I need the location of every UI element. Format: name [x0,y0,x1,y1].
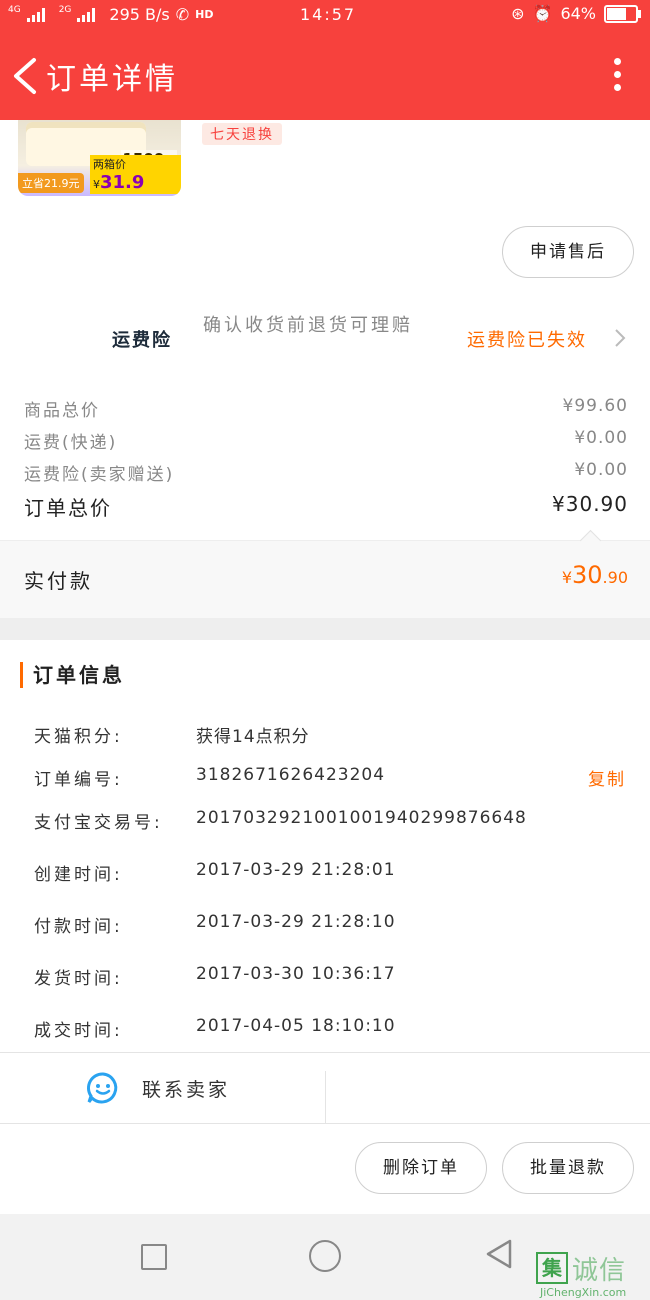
more-options-icon[interactable] [612,58,622,94]
actual-payment-amount: ¥30.90 [562,561,628,589]
home-icon[interactable] [309,1240,341,1272]
battery-percent: 64% [560,4,596,23]
network-4g-label: 4G [8,4,21,15]
promo-currency: ¥ [93,178,100,191]
chat-bubble-icon[interactable] [86,1071,120,1105]
shipping-insurance-label: 运费险 [112,330,172,351]
payment-amount-dec: .90 [602,568,628,587]
pointer-notch [579,529,602,552]
watermark-name: 诚信 [572,1256,627,1286]
info-key: 订单编号: [34,770,123,790]
lock-rotation-icon: ⊛ [511,4,525,23]
contact-seller-button[interactable]: 联系卖家 [142,1075,230,1102]
info-value: 2017032921001001940299876648 [196,808,527,828]
info-key: 成交时间: [34,1021,123,1041]
info-key: 发货时间: [34,969,123,989]
product-thumbnail[interactable]: 1500g 立省21.9元 两箱价 ¥31.9 [18,120,181,196]
info-value: 获得14点积分 [196,727,310,747]
promo-label-text: 两箱价 [93,158,126,171]
product-save-label: 立省21.9元 [18,173,84,193]
info-key: 付款时间: [34,917,123,937]
back-arrow-icon[interactable] [8,56,44,96]
order-info-heading: 订单信息 [20,662,125,688]
battery-icon [604,4,641,23]
price-row-label: 运费险(卖家赠送) [24,465,175,485]
apply-after-sale-button[interactable]: 申请售后 [502,226,634,278]
vertical-divider [325,1071,326,1123]
alarm-icon: ⏰ [532,4,553,23]
info-value: 2017-03-29 21:28:10 [196,912,396,932]
info-key: 创建时间: [34,865,123,885]
back-triangle-icon[interactable] [484,1238,516,1270]
signal-icon [26,7,53,22]
delete-order-button[interactable]: 删除订单 [355,1142,487,1194]
bulk-refund-button[interactable]: 批量退款 [502,1142,634,1194]
chevron-right-icon[interactable] [612,328,628,348]
info-key: 天猫积分: [34,727,123,747]
contact-bar: 联系卖家 [0,1052,650,1124]
network-speed: 295 B/s [109,5,170,24]
order-total-label: 订单总价 [24,496,112,520]
actual-payment-label: 实付款 [24,569,93,593]
status-bar: 4G 2G 295 B/s ✆ HD 14:57 ⊛ ⏰ 64% [0,0,650,32]
promo-price: 31.9 [100,172,145,193]
page-title: 订单详情 [46,62,178,97]
order-total-value: ¥30.90 [552,492,628,516]
nav-bar: 订单详情 [0,32,650,120]
copy-order-number-button[interactable]: 复制 [588,765,626,790]
info-key: 支付宝交易号: [34,813,163,833]
info-value: 2017-04-05 18:10:10 [196,1016,396,1036]
info-value: 2017-03-29 21:28:01 [196,860,396,880]
signal-icon-2 [77,7,103,22]
product-promo-label: 两箱价 ¥31.9 [90,155,181,194]
network-2g-label: 2G [58,4,72,15]
price-row-value: ¥0.00 [574,428,628,448]
watermark-url: JiChengXin.com [540,1286,627,1299]
shipping-insurance-description: 确认收货前退货可理赔 [203,315,413,336]
hd-label: HD [195,8,214,21]
payment-currency: ¥ [561,568,572,587]
price-row-value: ¥99.60 [562,396,628,416]
price-row-value: ¥0.00 [574,460,628,480]
price-row-label: 运费(快递) [24,433,118,453]
section-divider [0,618,650,640]
payment-amount-int: 30 [572,561,603,589]
shipping-insurance-status[interactable]: 运费险已失效 [467,326,587,352]
watermark-logo: 集 诚信 JiChengXin.com [534,1246,650,1300]
watermark-box: 集 [536,1252,568,1284]
info-value: 2017-03-30 10:36:17 [196,964,396,984]
recent-apps-icon[interactable] [141,1244,167,1270]
price-row-label: 商品总价 [24,401,100,421]
clock: 14:57 [300,5,357,24]
info-value: 3182671626423204 [196,765,386,785]
seven-day-return-tag: 七天退换 [202,123,282,145]
actual-payment-section: 实付款 ¥30.90 [0,529,650,619]
phone-hd-icon: ✆ [175,5,190,24]
